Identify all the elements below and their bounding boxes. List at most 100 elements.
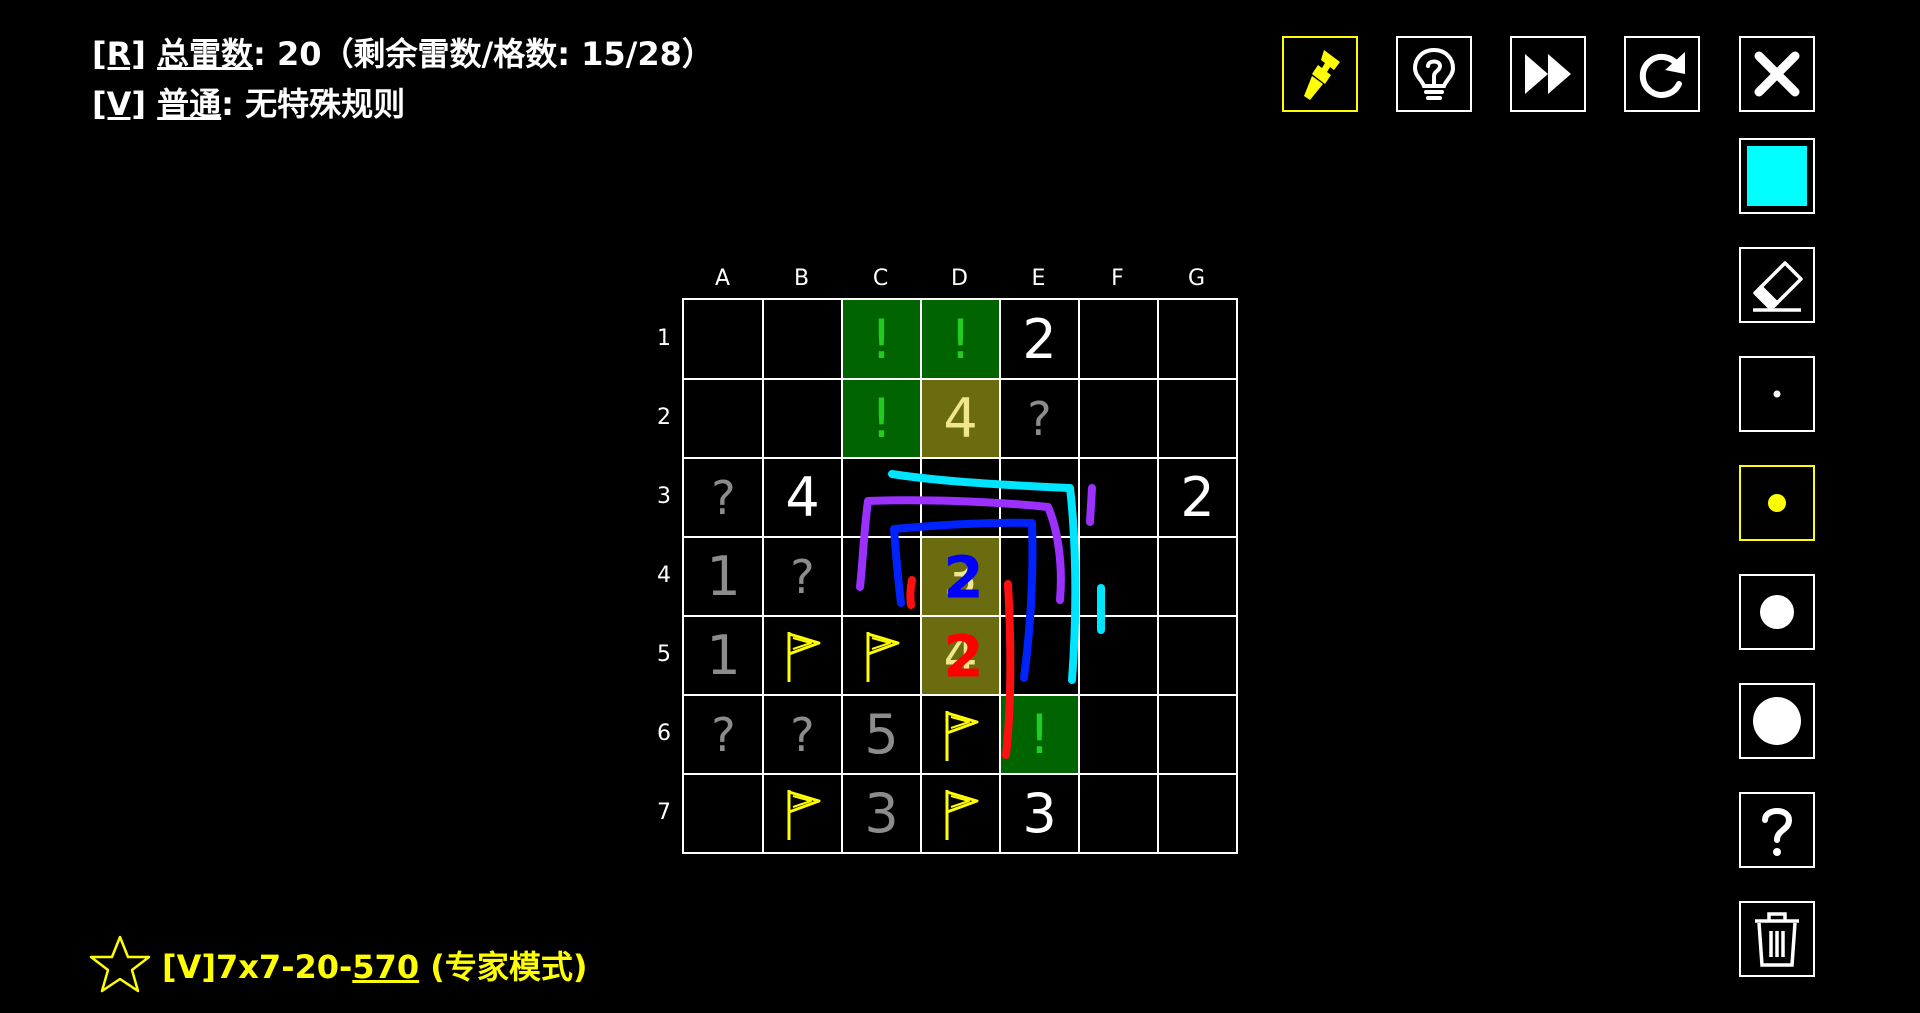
help-button[interactable] bbox=[1739, 792, 1815, 868]
cell-c6[interactable]: 5 bbox=[842, 695, 921, 774]
puzzle-id-prefix: [V]7x7-20- bbox=[162, 948, 353, 986]
refresh-icon bbox=[1639, 52, 1685, 98]
lightbulb-icon bbox=[1412, 47, 1456, 100]
row-label-5: 5 bbox=[657, 642, 671, 667]
puzzle-id-seed: 570 bbox=[352, 948, 420, 986]
cell-e2[interactable]: ? bbox=[1000, 379, 1079, 458]
cell-c5[interactable] bbox=[842, 616, 921, 695]
cell-f4[interactable] bbox=[1079, 537, 1158, 616]
cell-d1[interactable]: ! bbox=[921, 300, 1000, 379]
column-label-c: C bbox=[872, 266, 889, 291]
grid-line bbox=[684, 457, 1236, 459]
row-label-4: 4 bbox=[657, 563, 671, 588]
column-label-e: E bbox=[1031, 266, 1046, 291]
cell-b7[interactable] bbox=[763, 774, 842, 853]
rule-r-value: : 20（剩余雷数/格数: 15/28） bbox=[253, 35, 714, 73]
cell-e4[interactable] bbox=[1000, 537, 1079, 616]
column-label-d: D bbox=[951, 266, 968, 291]
rule-v-value: : 无特殊规则 bbox=[221, 85, 406, 123]
cell-c1[interactable]: ! bbox=[842, 300, 921, 379]
cell-g6[interactable] bbox=[1158, 695, 1237, 774]
grid-line bbox=[920, 300, 922, 852]
eraser-icon bbox=[1753, 261, 1803, 312]
brush-tool-button[interactable] bbox=[1282, 36, 1358, 112]
restart-button[interactable] bbox=[1624, 36, 1700, 112]
cell-f6[interactable] bbox=[1079, 695, 1158, 774]
dot-medium-icon bbox=[1760, 595, 1794, 629]
cell-c4[interactable] bbox=[842, 537, 921, 616]
flag-icon bbox=[945, 710, 978, 761]
cell-b3[interactable]: 4 bbox=[763, 458, 842, 537]
cell-e3[interactable] bbox=[1000, 458, 1079, 537]
grid-line bbox=[684, 378, 1236, 380]
cell-a5[interactable]: 1 bbox=[684, 616, 763, 695]
row-label-1: 1 bbox=[657, 326, 671, 351]
cell-e7[interactable]: 3 bbox=[1000, 774, 1079, 853]
column-label-g: G bbox=[1187, 266, 1206, 291]
cell-g4[interactable] bbox=[1158, 537, 1237, 616]
cell-b6[interactable]: ? bbox=[763, 695, 842, 774]
dot-large-icon bbox=[1753, 697, 1801, 745]
cell-a6[interactable]: ? bbox=[684, 695, 763, 774]
cell-b4[interactable]: ? bbox=[763, 537, 842, 616]
cell-g1[interactable] bbox=[1158, 300, 1237, 379]
cell-d2[interactable]: 4 bbox=[921, 379, 1000, 458]
rule-r-label: 总雷数 bbox=[157, 35, 254, 73]
flag-icon bbox=[787, 789, 820, 840]
column-label-f: F bbox=[1111, 266, 1124, 291]
cell-b2[interactable] bbox=[763, 379, 842, 458]
cell-a1[interactable] bbox=[684, 300, 763, 379]
cell-d6[interactable] bbox=[921, 695, 1000, 774]
cell-e5[interactable] bbox=[1000, 616, 1079, 695]
cell-e1[interactable]: 2 bbox=[1000, 300, 1079, 379]
row-label-2: 2 bbox=[657, 405, 671, 430]
eraser-button[interactable] bbox=[1739, 247, 1815, 323]
column-label-b: B bbox=[793, 266, 810, 291]
cell-b5[interactable] bbox=[763, 616, 842, 695]
cell-a4[interactable]: 1 bbox=[684, 537, 763, 616]
rule-v-label: 普通 bbox=[157, 85, 222, 123]
cell-e6[interactable]: ! bbox=[1000, 695, 1079, 774]
cell-d5[interactable]: 4 bbox=[921, 616, 1000, 695]
grid-line bbox=[999, 300, 1001, 852]
cell-f5[interactable] bbox=[1079, 616, 1158, 695]
cell-a3[interactable]: ? bbox=[684, 458, 763, 537]
fast-forward-button[interactable] bbox=[1510, 36, 1586, 112]
brush-size-medium-button[interactable] bbox=[1739, 574, 1815, 650]
cell-g7[interactable] bbox=[1158, 774, 1237, 853]
cell-d4[interactable]: 3 bbox=[921, 537, 1000, 616]
cell-f3[interactable] bbox=[1079, 458, 1158, 537]
cell-f2[interactable] bbox=[1079, 379, 1158, 458]
close-button[interactable] bbox=[1739, 36, 1815, 112]
cell-c7[interactable]: 3 bbox=[842, 774, 921, 853]
cell-d3[interactable] bbox=[921, 458, 1000, 537]
cell-a2[interactable] bbox=[684, 379, 763, 458]
clear-drawing-button[interactable] bbox=[1739, 901, 1815, 977]
brush-size-tiny-button[interactable] bbox=[1739, 356, 1815, 432]
cell-g5[interactable] bbox=[1158, 616, 1237, 695]
grid-line bbox=[684, 536, 1236, 538]
puzzle-id-suffix: (专家模式) bbox=[419, 948, 588, 986]
cell-c2[interactable]: ! bbox=[842, 379, 921, 458]
trash-icon bbox=[1755, 912, 1799, 967]
cell-g3[interactable]: 2 bbox=[1158, 458, 1237, 537]
hint-button[interactable] bbox=[1396, 36, 1472, 112]
row-label-6: 6 bbox=[657, 721, 671, 746]
close-icon bbox=[1754, 51, 1800, 97]
grid-line bbox=[684, 773, 1236, 775]
star-outline-icon[interactable] bbox=[88, 933, 152, 997]
brush-size-small-button[interactable] bbox=[1739, 465, 1815, 541]
color-swatch-icon bbox=[1747, 146, 1807, 206]
color-cyan-button[interactable] bbox=[1739, 138, 1815, 214]
cell-b1[interactable] bbox=[763, 300, 842, 379]
cell-f7[interactable] bbox=[1079, 774, 1158, 853]
cell-d7[interactable] bbox=[921, 774, 1000, 853]
column-label-a: A bbox=[714, 266, 731, 291]
cell-g2[interactable] bbox=[1158, 379, 1237, 458]
row-label-7: 7 bbox=[657, 800, 671, 825]
cell-a7[interactable] bbox=[684, 774, 763, 853]
question-icon bbox=[1762, 808, 1793, 856]
brush-size-large-button[interactable] bbox=[1739, 683, 1815, 759]
cell-c3[interactable] bbox=[842, 458, 921, 537]
cell-f1[interactable] bbox=[1079, 300, 1158, 379]
